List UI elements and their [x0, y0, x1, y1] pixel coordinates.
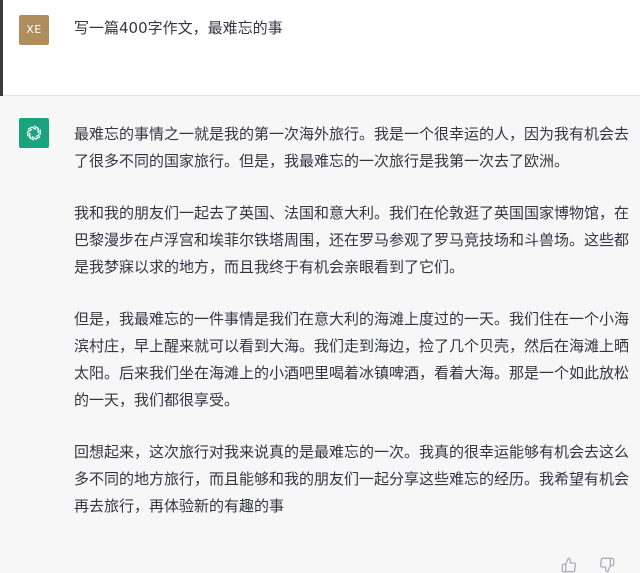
user-message-row: XE 写一篇400字作文，最难忘的事: [0, 0, 640, 96]
thumbs-down-icon: [599, 557, 615, 573]
openai-logo-icon: [27, 125, 41, 141]
thumbs-up-button[interactable]: [560, 556, 578, 573]
feedback-buttons: [560, 556, 616, 573]
thumbs-up-icon: [561, 557, 577, 573]
assistant-answer: 最难忘的事情之一就是我的第一次海外旅行。我是一个很幸运的人，因为我有机会去了很多…: [74, 121, 630, 520]
answer-paragraph-2: 我和我的朋友们一起去了英国、法国和意大利。我们在伦敦逛了英国国家博物馆，在巴黎漫…: [74, 204, 630, 276]
answer-paragraph-3: 但是，我最难忘的一件事情是我们在意大利的海滩上度过的一天。我们住在一个小海滨村庄…: [74, 310, 630, 409]
assistant-message-row: 最难忘的事情之一就是我的第一次海外旅行。我是一个很幸运的人，因为我有机会去了很多…: [0, 96, 640, 573]
answer-paragraph-1: 最难忘的事情之一就是我的第一次海外旅行。我是一个很幸运的人，因为我有机会去了很多…: [74, 125, 630, 170]
answer-paragraph-4: 回想起来，这次旅行对我来说真的是最难忘的一次。我真的很幸运能够有机会去这么多不同…: [74, 443, 630, 515]
thumbs-down-button[interactable]: [598, 556, 616, 573]
left-edge-divider: [0, 0, 3, 96]
user-avatar: XE: [19, 15, 49, 45]
assistant-avatar: [19, 118, 49, 148]
user-prompt-text: 写一篇400字作文，最难忘的事: [74, 19, 283, 37]
